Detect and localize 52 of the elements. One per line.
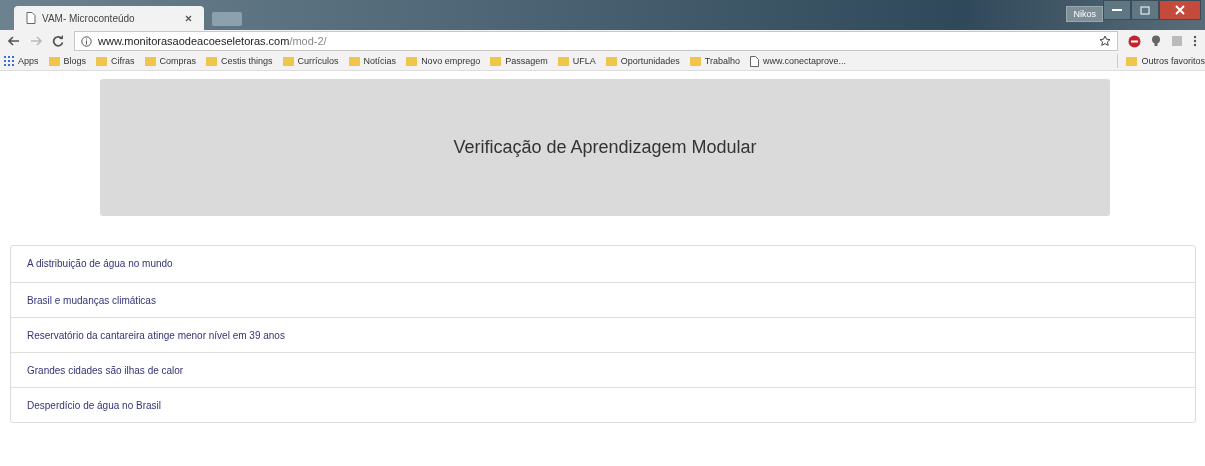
folder-icon <box>144 56 156 66</box>
folder-icon <box>206 56 218 66</box>
topic-link[interactable]: Grandes cidades são ilhas de calor <box>11 352 1195 387</box>
topic-link[interactable]: A distribuição de água no mundo <box>11 246 1195 282</box>
close-icon[interactable] <box>185 14 192 22</box>
folder-icon <box>1126 56 1138 66</box>
address-field[interactable]: www.monitorasaodeacoeseletoras.com/mod-2/ <box>74 31 1118 51</box>
minimize-icon <box>1112 8 1122 12</box>
bookmark-link[interactable]: Cestis things <box>221 56 273 66</box>
folder-icon <box>282 56 294 66</box>
bookmark-link[interactable]: www.conectaprove... <box>762 56 846 66</box>
folder-icon <box>348 56 360 66</box>
bookmark-link[interactable]: Cifras <box>111 56 135 66</box>
info-icon <box>81 35 92 47</box>
folder-icon <box>557 56 569 66</box>
tab-title: VAM- Microconteúdo <box>42 12 136 24</box>
browser-tab[interactable]: VAM- Microconteúdo <box>14 6 204 30</box>
bookmark-link[interactable]: Passagem <box>505 56 548 66</box>
bookmark-link[interactable]: Blogs <box>63 56 87 66</box>
stop-sign-icon[interactable] <box>1128 34 1141 48</box>
folder-icon <box>689 56 701 66</box>
bookmark-link[interactable]: Oportunidades <box>620 56 680 66</box>
bookmark-link[interactable]: Novo emprego <box>421 56 481 66</box>
folder-icon <box>605 56 617 66</box>
bookmark-link[interactable]: Compras <box>159 56 197 66</box>
page-title: Verificação de Aprendizagem Modular <box>453 137 757 158</box>
star-icon[interactable] <box>1099 35 1111 47</box>
bookmark-link[interactable]: Outros favoritos <box>1141 56 1205 66</box>
maximize-icon <box>1140 5 1150 15</box>
folder-icon <box>406 56 418 66</box>
bookmark-link[interactable]: Notícias <box>363 56 397 66</box>
back-icon[interactable] <box>8 36 20 46</box>
topic-link[interactable]: Brasil e mudanças climáticas <box>11 282 1195 317</box>
apps-grid-icon <box>4 56 14 66</box>
close-button[interactable] <box>1159 0 1201 20</box>
maximize-button[interactable] <box>1131 0 1159 20</box>
close-icon <box>1175 5 1185 15</box>
folder-icon <box>490 56 502 66</box>
topic-link[interactable]: Reservatório da cantareira atinge menor nível em 39 anos <box>11 317 1195 352</box>
bookmark-link[interactable]: Trabalho <box>704 56 740 66</box>
topic-link[interactable]: Desperdício de água no Brasil <box>11 387 1195 422</box>
folder-icon <box>96 56 108 66</box>
bookmark-link[interactable]: UFLA <box>572 56 596 66</box>
bulb-icon[interactable] <box>1151 35 1161 47</box>
reload-icon[interactable] <box>52 35 64 47</box>
minimize-button[interactable] <box>1103 0 1131 20</box>
page-icon <box>26 12 36 24</box>
bookmark-link[interactable]: Apps <box>18 56 39 66</box>
bookmark-link[interactable]: Currículos <box>297 56 339 66</box>
page-icon <box>749 55 759 67</box>
folder-icon <box>48 56 60 66</box>
menu-icon[interactable] <box>1193 35 1197 47</box>
